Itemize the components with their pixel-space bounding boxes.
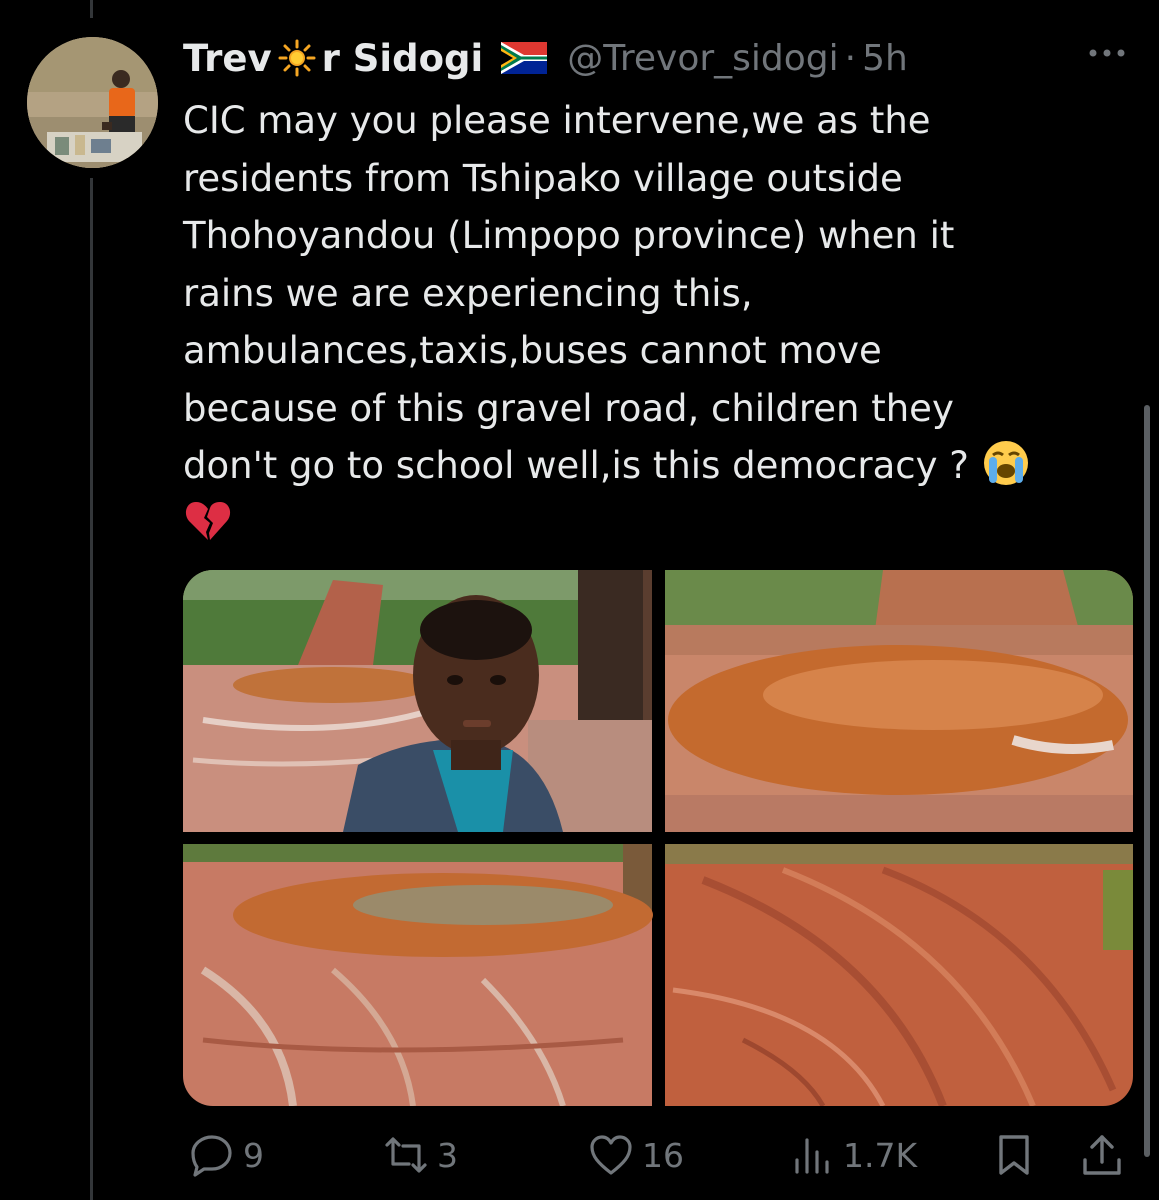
separator-dot: · — [844, 37, 857, 79]
tweet-actions: 9 3 16 1.7K — [183, 1125, 1133, 1185]
loudly-crying-face-icon — [983, 441, 1028, 485]
scrollbar[interactable] — [1144, 405, 1150, 1157]
reply-icon — [191, 1135, 232, 1177]
author-name-start: Trev — [183, 36, 272, 80]
repost-button[interactable]: 3 — [383, 1125, 458, 1185]
heart-icon — [590, 1135, 632, 1175]
tweet-text: CIC may you please intervene,we as the r… — [183, 92, 1108, 552]
bookmark-icon — [999, 1135, 1029, 1175]
repost-icon — [385, 1137, 427, 1173]
thread-line-top — [90, 0, 93, 18]
view-count: 1.7K — [843, 1135, 918, 1175]
share-icon — [1083, 1135, 1121, 1175]
author-name[interactable]: Trev r Sidogi — [183, 37, 483, 80]
more-options-icon[interactable] — [1085, 38, 1129, 68]
timestamp[interactable]: 5h — [862, 38, 908, 79]
reply-button[interactable]: 9 — [189, 1125, 264, 1185]
photo-rutted-red-mud-road[interactable] — [665, 844, 1133, 1106]
reply-count: 9 — [243, 1135, 264, 1175]
photo-selfie-on-muddy-road[interactable] — [183, 570, 652, 832]
media-grid[interactable] — [183, 570, 1133, 1106]
avatar[interactable] — [27, 37, 158, 168]
bookmark-button[interactable] — [991, 1125, 1037, 1185]
thread-line — [90, 178, 93, 1200]
share-button[interactable] — [1079, 1125, 1125, 1185]
south-africa-flag-icon — [501, 42, 548, 74]
broken-heart-icon — [185, 501, 231, 540]
media-grid-photos — [183, 570, 1133, 1106]
photo-flooded-muddy-road[interactable] — [665, 570, 1133, 832]
repost-count: 3 — [437, 1135, 458, 1175]
like-count: 16 — [642, 1135, 684, 1175]
author-handle[interactable]: @Trevor_sidogi — [567, 38, 838, 79]
tweet-header: Trev r Sidogi @Trevor_sidogi · 5h — [183, 30, 908, 86]
avatar-image — [27, 37, 158, 168]
tweet-body: CIC may you please intervene,we as the r… — [183, 99, 969, 487]
like-button[interactable]: 16 — [588, 1125, 684, 1185]
sun-icon — [278, 39, 316, 77]
tweet-page: Trev r Sidogi @Trevor_sidogi · 5h CIC ma… — [0, 0, 1159, 1200]
views-button[interactable]: 1.7K — [789, 1125, 917, 1185]
author-name-end: r Sidogi — [321, 36, 484, 80]
photo-puddled-gravel-road[interactable] — [183, 844, 653, 1106]
views-icon — [795, 1138, 829, 1174]
